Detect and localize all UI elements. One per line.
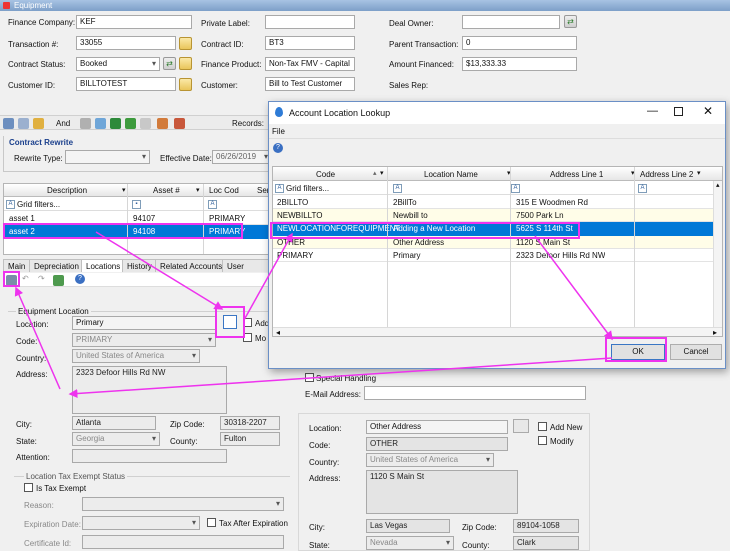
annotation-arrows bbox=[14, 231, 613, 398]
